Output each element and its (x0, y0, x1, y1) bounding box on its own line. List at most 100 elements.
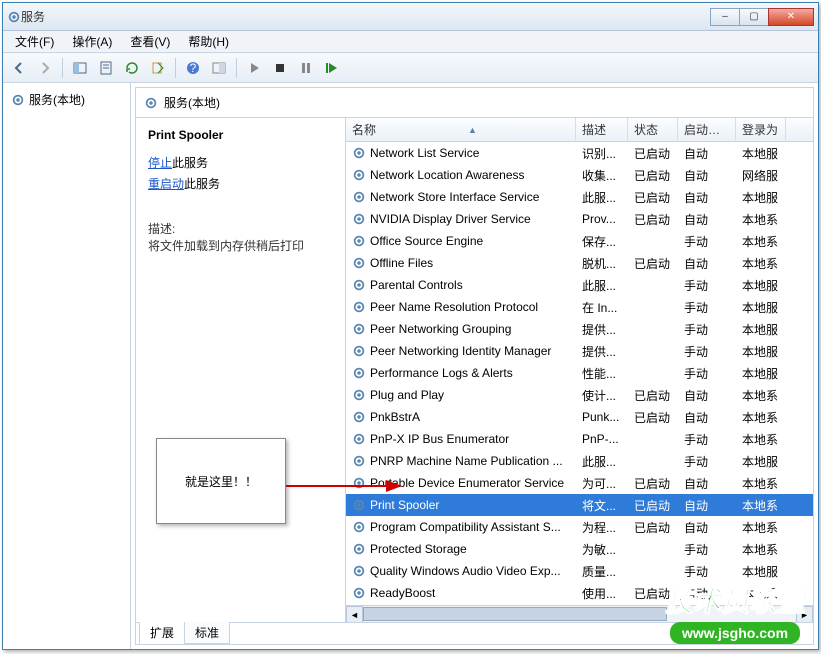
table-row[interactable]: ReadyBoost使用...已启动自动本地系 (346, 582, 813, 604)
table-row[interactable]: PNRP Machine Name Publication ...此服...手动… (346, 450, 813, 472)
show-hide-button[interactable] (68, 56, 92, 80)
cell-startup: 手动 (678, 363, 736, 384)
cell-desc: 使用... (576, 583, 628, 604)
table-row[interactable]: Quality Windows Audio Video Exp...质量...手… (346, 560, 813, 582)
gear-icon (144, 96, 158, 110)
cell-desc: 使计... (576, 385, 628, 406)
table-row[interactable]: PnkBstrAPunk...已启动自动本地系 (346, 406, 813, 428)
cell-status (628, 569, 678, 573)
window-controls: – ▢ ✕ (710, 8, 814, 26)
table-row[interactable]: Network Store Interface Service此服...已启动自… (346, 186, 813, 208)
cell-status (628, 437, 678, 441)
cell-startup: 手动 (678, 561, 736, 582)
col-header-status[interactable]: 状态 (628, 118, 678, 142)
cell-logon: 本地系 (736, 209, 786, 230)
cell-name: Network Store Interface Service (370, 190, 539, 204)
cell-status (628, 239, 678, 243)
cell-startup: 手动 (678, 539, 736, 560)
cell-status (628, 459, 678, 463)
menu-help[interactable]: 帮助(H) (180, 31, 237, 52)
menu-action[interactable]: 操作(A) (64, 31, 120, 52)
scroll-right-button[interactable]: ► (796, 606, 813, 622)
help-button[interactable]: ? (181, 56, 205, 80)
rows-container[interactable]: Network List Service识别...已启动自动本地服Network… (346, 142, 813, 605)
cell-name: Network Location Awareness (370, 168, 525, 182)
cell-startup: 自动 (678, 385, 736, 406)
titlebar[interactable]: 服务 – ▢ ✕ (3, 3, 818, 31)
nav-item-label: 服务(本地) (29, 91, 85, 108)
table-row[interactable]: Parental Controls此服...手动本地服 (346, 274, 813, 296)
table-row[interactable]: NVIDIA Display Driver ServiceProv...已启动自… (346, 208, 813, 230)
table-row[interactable]: Portable Device Enumerator Service为可...已… (346, 472, 813, 494)
table-row[interactable]: Offline Files脱机...已启动自动本地系 (346, 252, 813, 274)
menu-view[interactable]: 查看(V) (122, 31, 178, 52)
cell-status: 已启动 (628, 385, 678, 406)
stop-service-button[interactable] (268, 56, 292, 80)
properties-button[interactable] (94, 56, 118, 80)
cell-desc: 为可... (576, 473, 628, 494)
table-row[interactable]: Protected Storage为敏...手动本地系 (346, 538, 813, 560)
cell-name: Peer Name Resolution Protocol (370, 300, 538, 314)
service-title: Print Spooler (148, 128, 333, 142)
table-row[interactable]: Program Compatibility Assistant S...为程..… (346, 516, 813, 538)
refresh-button[interactable] (120, 56, 144, 80)
cell-startup: 自动 (678, 583, 736, 604)
export-button[interactable] (146, 56, 170, 80)
cell-status (628, 349, 678, 353)
cell-desc: PnP-... (576, 430, 628, 448)
tab-extended[interactable]: 扩展 (139, 622, 185, 644)
restart-service-button[interactable] (320, 56, 344, 80)
maximize-button[interactable]: ▢ (739, 8, 769, 26)
gear-icon (352, 432, 366, 446)
gear-icon (352, 454, 366, 468)
cell-name: Quality Windows Audio Video Exp... (370, 564, 561, 578)
forward-button[interactable] (33, 56, 57, 80)
cell-logon: 本地系 (736, 539, 786, 560)
menu-file[interactable]: 文件(F) (7, 31, 62, 52)
col-header-name[interactable]: 名称▲ (346, 118, 576, 142)
cell-startup: 手动 (678, 341, 736, 362)
table-row[interactable]: Office Source Engine保存...手动本地系 (346, 230, 813, 252)
stop-link[interactable]: 停止 (148, 156, 172, 170)
gear-icon (352, 388, 366, 402)
table-row[interactable]: Peer Name Resolution Protocol在 In...手动本地… (346, 296, 813, 318)
scroll-left-button[interactable]: ◄ (346, 606, 363, 622)
horizontal-scrollbar[interactable]: ◄ ► (346, 605, 813, 622)
cell-desc: 此服... (576, 187, 628, 208)
col-header-logon[interactable]: 登录为 (736, 118, 786, 142)
cell-name: Parental Controls (370, 278, 463, 292)
cell-logon: 本地服 (736, 341, 786, 362)
cell-logon: 本地服 (736, 561, 786, 582)
table-row[interactable]: Network List Service识别...已启动自动本地服 (346, 142, 813, 164)
cell-name: Network List Service (370, 146, 479, 160)
table-row[interactable]: Peer Networking Identity Manager提供...手动本… (346, 340, 813, 362)
col-header-startup[interactable]: 启动类型 (678, 118, 736, 142)
table-row[interactable]: Plug and Play使计...已启动自动本地系 (346, 384, 813, 406)
scroll-thumb[interactable] (363, 607, 667, 621)
tab-standard[interactable]: 标准 (184, 622, 230, 644)
cell-startup: 自动 (678, 165, 736, 186)
nav-item-services-local[interactable]: 服务(本地) (3, 87, 130, 112)
restart-link[interactable]: 重启动 (148, 177, 184, 191)
cell-logon: 本地系 (736, 473, 786, 494)
table-row[interactable]: Performance Logs & Alerts性能...手动本地服 (346, 362, 813, 384)
cell-name: Office Source Engine (370, 234, 483, 248)
detail-toggle-button[interactable] (207, 56, 231, 80)
table-row[interactable]: Network Location Awareness收集...已启动自动网络服 (346, 164, 813, 186)
cell-desc: Prov... (576, 210, 628, 228)
tabs: 扩展 标准 (136, 622, 813, 644)
cell-desc: 为程... (576, 517, 628, 538)
gear-icon (352, 476, 366, 490)
col-header-desc[interactable]: 描述 (576, 118, 628, 142)
table-row[interactable]: PnP-X IP Bus EnumeratorPnP-...手动本地系 (346, 428, 813, 450)
table-row[interactable]: Peer Networking Grouping提供...手动本地服 (346, 318, 813, 340)
main-body: Print Spooler 停止此服务 重启动此服务 描述: 将文件加载到内存供… (136, 118, 813, 622)
close-button[interactable]: ✕ (768, 8, 814, 26)
main-heading-label: 服务(本地) (164, 94, 220, 111)
callout-box: 就是这里！！ (156, 438, 286, 524)
back-button[interactable] (7, 56, 31, 80)
start-service-button[interactable] (242, 56, 266, 80)
pause-service-button[interactable] (294, 56, 318, 80)
minimize-button[interactable]: – (710, 8, 740, 26)
table-row[interactable]: Print Spooler将文...已启动自动本地系 (346, 494, 813, 516)
